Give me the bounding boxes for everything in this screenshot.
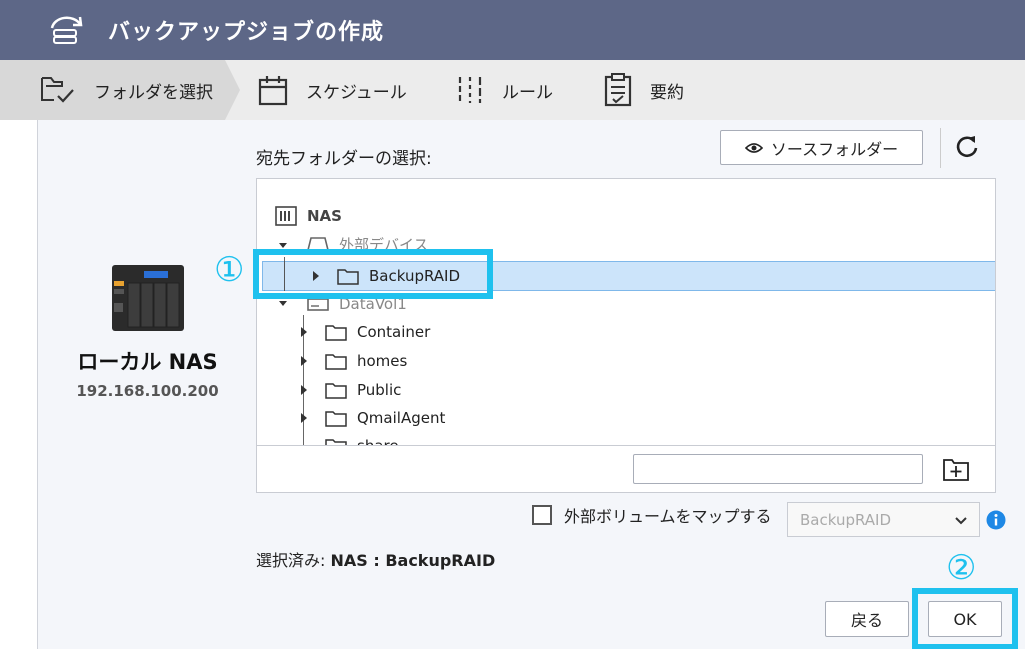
folder-icon: [325, 409, 347, 427]
step-schedule[interactable]: スケジュール: [258, 60, 407, 120]
callout-box-1: [253, 249, 493, 299]
selection-prefix: 選択済み:: [256, 551, 331, 570]
title-bar: バックアップジョブの作成: [0, 0, 1025, 60]
eye-icon: [744, 142, 763, 153]
tree-node-folder[interactable]: Container: [325, 319, 430, 345]
step-rules[interactable]: ルール: [456, 60, 553, 120]
window-title: バックアップジョブの作成: [108, 20, 385, 45]
device-ip: 192.168.100.200: [76, 382, 219, 400]
map-external-label: 外部ボリュームをマップする: [564, 507, 772, 526]
folder-icon: [325, 323, 347, 341]
tree-node-label: homes: [357, 352, 408, 370]
backup-job-icon: [50, 16, 83, 44]
folder-icon: [325, 437, 347, 445]
expand-arrow[interactable]: [301, 385, 307, 395]
step-label: 要約: [650, 82, 684, 103]
selection-value: NAS : BackupRAID: [330, 551, 496, 570]
expand-arrow[interactable]: [301, 413, 307, 423]
expand-arrow[interactable]: [301, 327, 307, 337]
folder-icon: [325, 381, 347, 399]
folder-icon: [325, 352, 347, 370]
server-icon: [275, 206, 297, 226]
step-label: スケジュール: [306, 82, 407, 103]
ok-button[interactable]: OK: [928, 601, 1002, 637]
map-external-checkbox[interactable]: [532, 505, 552, 525]
select-value: BackupRAID: [800, 510, 892, 529]
source-folder-button[interactable]: ソースフォルダー: [720, 130, 923, 165]
selection-summary: 選択済み: NAS : BackupRAID: [256, 547, 495, 571]
tree-node-label: Public: [357, 381, 402, 399]
info-icon[interactable]: [986, 510, 1006, 530]
tree-node-folder[interactable]: share: [325, 433, 399, 445]
destination-label: 宛先フォルダーの選択:: [256, 149, 432, 169]
side-strip: [0, 120, 38, 649]
tree-node-folder[interactable]: homes: [325, 348, 407, 374]
map-external-row: 外部ボリュームをマップする: [532, 503, 772, 527]
content-area: ローカル NAS 192.168.100.200 宛先フォルダーの選択: ソース…: [0, 120, 1025, 649]
nas-device-icon: [112, 265, 184, 331]
step-select-folder[interactable]: フォルダを選択: [40, 60, 213, 120]
tree-node-root[interactable]: NAS: [275, 203, 342, 229]
back-button[interactable]: 戻る: [825, 601, 909, 637]
device-name: ローカル NAS: [77, 350, 218, 374]
tree-node-label: share: [357, 437, 399, 445]
new-folder-name-input[interactable]: [633, 454, 923, 484]
callout-number-2: ②: [946, 548, 977, 588]
tree-root-label: NAS: [307, 207, 342, 225]
folder-check-icon: [41, 77, 74, 103]
callout-number-1: ①: [214, 250, 245, 290]
step-summary[interactable]: 要約: [604, 60, 684, 120]
tree-scroll-area[interactable]: NAS 外部デバイス BackupRAID DataVol1 Container…: [257, 179, 995, 445]
tree-node-folder[interactable]: Public: [325, 377, 401, 403]
sliders-icon: [458, 77, 482, 103]
refresh-icon[interactable]: [954, 133, 980, 159]
tree-node-label: Container: [357, 323, 431, 341]
tree-node-folder[interactable]: QmailAgent: [325, 405, 445, 431]
step-label: ルール: [502, 82, 553, 103]
tree-node-label: QmailAgent: [357, 409, 446, 427]
toolbar-divider: [940, 128, 941, 168]
external-volume-select[interactable]: BackupRAID: [787, 502, 980, 537]
expand-arrow[interactable]: [301, 356, 307, 366]
collapse-arrow[interactable]: [279, 301, 287, 306]
folder-tree: NAS 外部デバイス BackupRAID DataVol1 Container…: [256, 178, 996, 493]
collapse-arrow[interactable]: [279, 243, 287, 248]
step-label: フォルダを選択: [94, 82, 213, 103]
source-folder-label: ソースフォルダー: [770, 139, 899, 159]
new-folder-icon[interactable]: [941, 454, 971, 484]
clipboard-icon: [604, 73, 632, 107]
calendar-icon: [258, 76, 288, 106]
tree-footer: [257, 445, 995, 492]
chevron-down-icon: [955, 517, 967, 525]
wizard-steps: フォルダを選択 スケジュール ルール 要約: [0, 60, 1025, 120]
